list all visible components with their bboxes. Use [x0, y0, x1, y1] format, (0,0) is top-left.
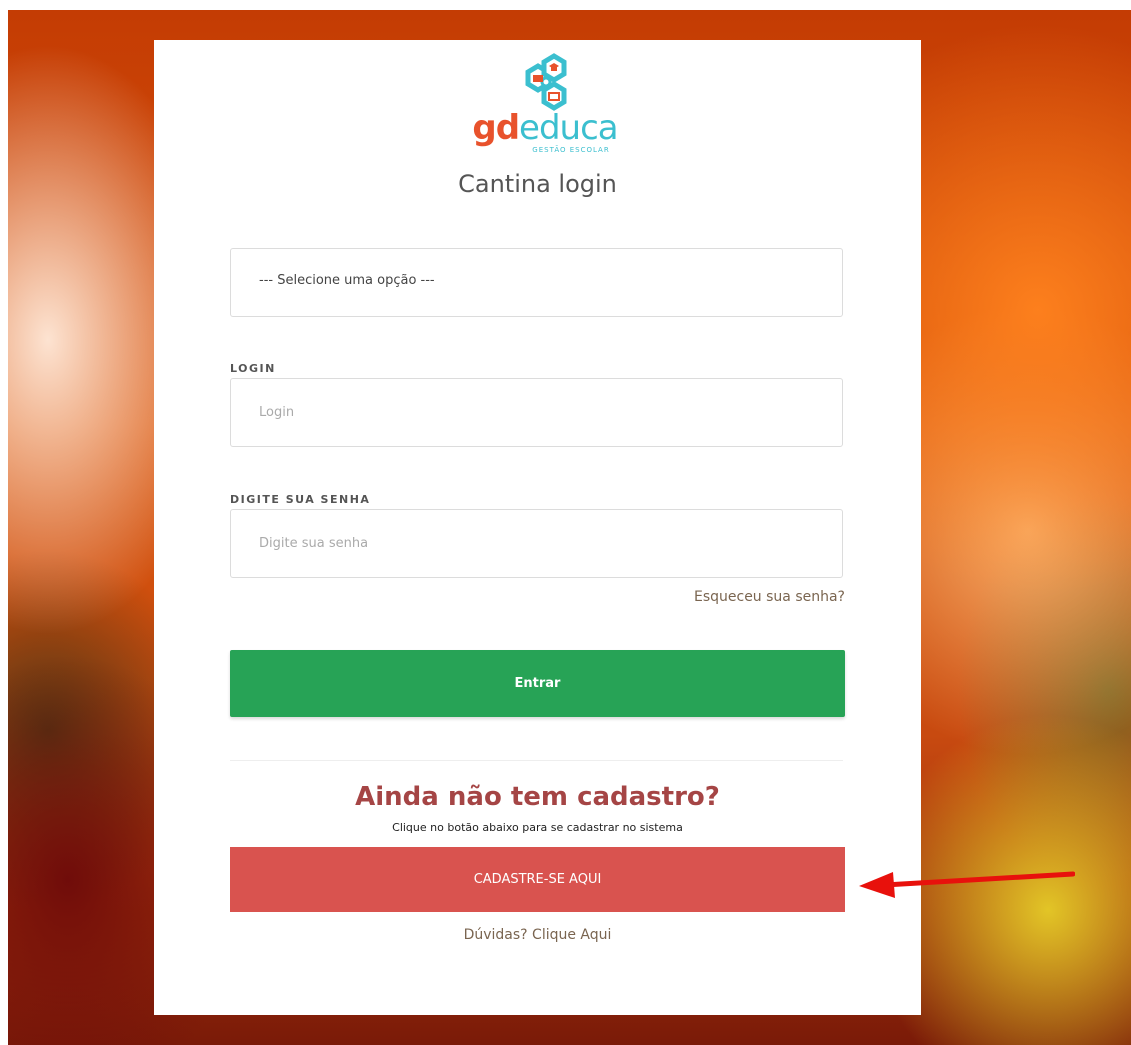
password-input[interactable]: [231, 510, 842, 577]
login-input[interactable]: [231, 379, 842, 446]
login-card: gdeduca GESTÃO ESCOLAR Cantina login ---…: [154, 40, 921, 1015]
gdeduca-logo: gdeduca GESTÃO ESCOLAR: [460, 50, 630, 160]
page-title: Cantina login: [458, 170, 617, 198]
logo-gd: gd: [472, 108, 520, 148]
password-field-wrapper: [230, 509, 843, 578]
signup-button[interactable]: CADASTRE-SE AQUI: [230, 847, 845, 912]
forgot-password-link[interactable]: Esqueceu sua senha?: [694, 589, 845, 605]
logo-educa: educa: [519, 108, 619, 148]
option-select[interactable]: --- Selecione uma opção ---: [230, 248, 843, 317]
password-label: DIGITE SUA SENHA: [230, 493, 371, 506]
login-label: LOGIN: [230, 362, 276, 375]
signup-heading: Ainda não tem cadastro?: [355, 782, 720, 812]
logo-subtitle: GESTÃO ESCOLAR: [532, 146, 610, 154]
section-divider: [230, 760, 843, 761]
red-arrow-left-icon: [859, 871, 1075, 898]
help-link[interactable]: Dúvidas? Clique Aqui: [154, 927, 921, 943]
login-field-wrapper: [230, 378, 843, 447]
option-select-value: --- Selecione uma opção ---: [259, 273, 435, 288]
logo-wordmark: gdeduca: [460, 108, 630, 148]
hexagon-education-icon: [525, 53, 567, 111]
login-submit-button[interactable]: Entrar: [230, 650, 845, 717]
signup-subtitle: Clique no botão abaixo para se cadastrar…: [392, 821, 683, 834]
